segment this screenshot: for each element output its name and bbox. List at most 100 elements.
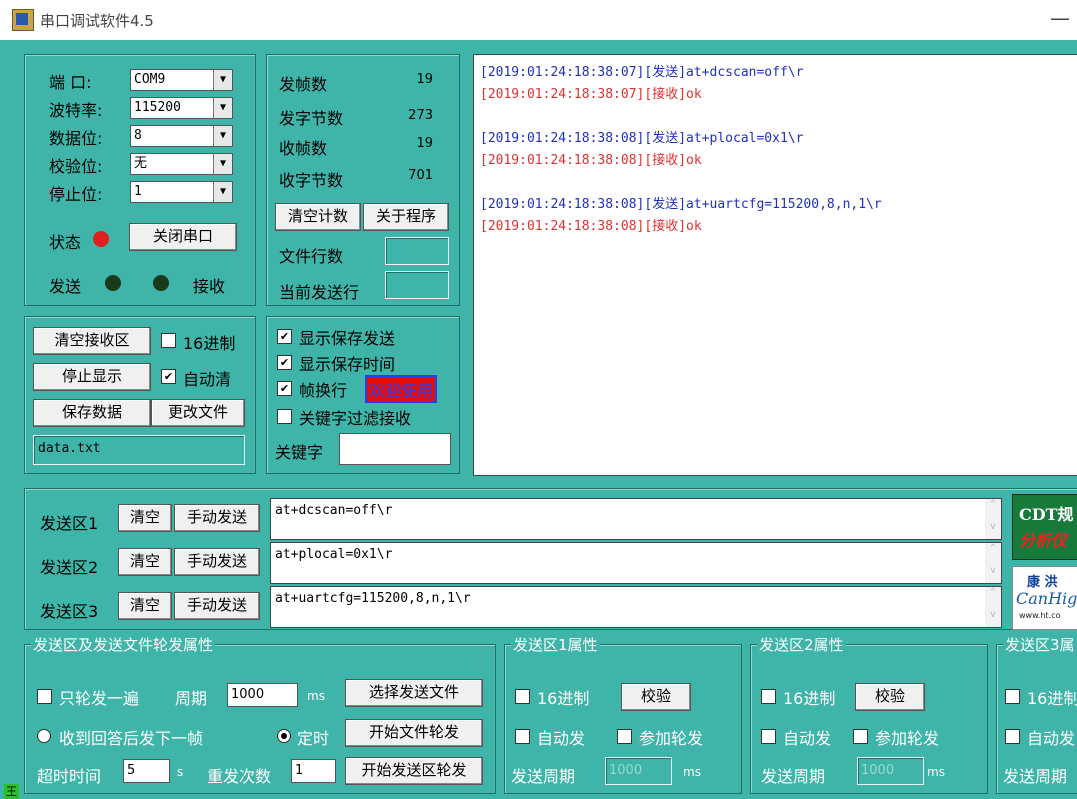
area3-auto-label: 自动发 xyxy=(1027,729,1076,748)
show-save-send-checkbox[interactable]: ✔ xyxy=(277,329,292,344)
area2-check-button[interactable]: 校验 xyxy=(855,683,925,711)
send-area-clear-button[interactable]: 清空 xyxy=(118,548,172,576)
area1-auto-checkbox[interactable] xyxy=(515,729,530,744)
retry-input[interactable]: 1 xyxy=(291,759,336,783)
chevron-down-icon[interactable]: ▼ xyxy=(213,126,232,146)
change-file-button[interactable]: 更改文件 xyxy=(151,399,245,427)
log-tag: [接收] xyxy=(644,153,687,168)
rx-bytes-value: 701 xyxy=(408,168,433,183)
canhig-ad[interactable]: 康 洪 CanHig www.ht.co xyxy=(1012,566,1077,630)
area2-props-group: 发送区2属性 16进制 校验 自动发 参加轮发 发送周期 1000 ms xyxy=(750,634,988,794)
frame-newline-label: 帧换行 xyxy=(299,381,348,400)
area2-auto-checkbox[interactable] xyxy=(761,729,776,744)
databits-select[interactable]: 8 ▼ xyxy=(130,125,233,147)
chevron-down-icon[interactable]: ▼ xyxy=(213,182,232,202)
cdt-ad[interactable]: CDT规 分析仪 xyxy=(1012,494,1077,560)
status-led-icon xyxy=(93,231,109,247)
send-area-text: at+plocal=0x1\r xyxy=(275,547,393,562)
area1-check-button[interactable]: 校验 xyxy=(621,683,691,711)
select-file-button[interactable]: 选择发送文件 xyxy=(345,679,483,707)
send-area-manual-send-button[interactable]: 手动发送 xyxy=(174,504,260,532)
chevron-down-icon[interactable]: ▼ xyxy=(213,98,232,118)
auto-clear-checkbox[interactable]: ✔ xyxy=(161,369,176,384)
timed-radio[interactable] xyxy=(277,729,291,743)
send-area-manual-send-button[interactable]: 手动发送 xyxy=(174,592,260,620)
area1-join-checkbox[interactable] xyxy=(617,729,632,744)
scrollbar[interactable]: ^ v xyxy=(985,499,1001,539)
rx-frames-label: 收帧数 xyxy=(279,139,328,158)
send-area-input[interactable]: at+dcscan=off\r ^ v xyxy=(270,498,1002,540)
area1-hex-checkbox[interactable] xyxy=(515,689,530,704)
scrollbar[interactable]: ^ v xyxy=(985,587,1001,627)
keyword-filter-checkbox[interactable] xyxy=(277,409,292,424)
log-line: [2019:01:24:18:38:08][发送]at+plocal=0x1\r xyxy=(480,127,803,146)
receive-log[interactable]: [2019:01:24:18:38:07][发送]at+dcscan=off\r… xyxy=(473,54,1077,476)
area3-period-label: 发送周期 xyxy=(1003,767,1068,786)
timeout-label: 超时时间 xyxy=(37,767,102,786)
show-save-time-checkbox[interactable]: ✔ xyxy=(277,355,292,370)
bottom-marker: 王 xyxy=(4,784,19,799)
rotation-group: 发送区及发送文件轮发属性 只轮发一遍 周期 1000 ms 选择发送文件 收到回… xyxy=(24,634,496,794)
log-tag: [接收] xyxy=(644,219,687,234)
clear-count-button[interactable]: 清空计数 xyxy=(275,203,361,231)
log-time: [2019:01:24:18:38:08] xyxy=(480,197,645,212)
databits-label: 数据位: xyxy=(49,129,103,148)
chevron-down-icon[interactable]: ▼ xyxy=(213,154,232,174)
canhig-ad-logo: CanHig xyxy=(1016,589,1077,608)
frame-newline-checkbox[interactable]: ✔ xyxy=(277,381,292,396)
rx-frames-value: 19 xyxy=(416,136,433,151)
reply-next-radio[interactable] xyxy=(37,729,51,743)
port-settings-panel: 端 口: COM9 ▼ 波特率: 115200 ▼ 数据位: 8 ▼ 校验位: 无 ▼ … xyxy=(24,54,256,306)
log-text: at+dcscan=off\r xyxy=(686,65,804,80)
send-indicator-label: 发送 xyxy=(49,277,82,296)
log-tag: [接收] xyxy=(644,87,687,102)
area1-join-label: 参加轮发 xyxy=(639,729,704,748)
log-line: [2019:01:24:18:38:08][发送]at+uartcfg=1152… xyxy=(480,193,882,212)
send-area-text: at+uartcfg=115200,8,n,1\r xyxy=(275,591,471,606)
about-button[interactable]: 关于程序 xyxy=(363,203,449,231)
area2-hex-label: 16进制 xyxy=(783,689,836,708)
file-lines-field xyxy=(385,237,449,265)
area3-hex-checkbox[interactable] xyxy=(1005,689,1020,704)
recv-led-icon xyxy=(153,275,169,291)
rotate-once-checkbox[interactable] xyxy=(37,689,52,704)
hex-receive-checkbox[interactable] xyxy=(161,333,176,348)
send-area-manual-send-button[interactable]: 手动发送 xyxy=(174,548,260,576)
stop-display-button[interactable]: 停止显示 xyxy=(33,363,151,391)
canhig-ad-url: www.ht.co xyxy=(1019,611,1061,620)
counters-panel: 发帧数 19 发字节数 273 收帧数 19 收字节数 701 清空计数 关于程… xyxy=(266,54,460,306)
area2-props-title: 发送区2属性 xyxy=(757,634,846,655)
baud-select[interactable]: 115200 ▼ xyxy=(130,97,233,119)
log-text: ok xyxy=(686,87,702,102)
keyword-input[interactable] xyxy=(339,433,451,465)
save-data-button[interactable]: 保存数据 xyxy=(33,399,151,427)
send-area-clear-button[interactable]: 清空 xyxy=(118,592,172,620)
start-file-rotation-button[interactable]: 开始文件轮发 xyxy=(345,719,483,747)
period-input[interactable]: 1000 xyxy=(227,683,298,707)
parity-select[interactable]: 无 ▼ xyxy=(130,153,233,175)
area2-period-unit: ms xyxy=(927,765,945,779)
close-port-button[interactable]: 关闭串口 xyxy=(129,223,237,251)
scrollbar[interactable]: ^ v xyxy=(985,543,1001,583)
port-select[interactable]: COM9 ▼ xyxy=(130,69,233,91)
cdt-ad-line2: 分析仪 xyxy=(1019,531,1068,550)
area2-join-checkbox[interactable] xyxy=(853,729,868,744)
log-line: [2019:01:24:18:38:07][接收]ok xyxy=(480,83,702,102)
send-area-text: at+dcscan=off\r xyxy=(275,503,393,518)
minimize-button[interactable]: — xyxy=(1050,6,1070,30)
send-area-clear-button[interactable]: 清空 xyxy=(118,504,172,532)
send-area-input[interactable]: at+uartcfg=115200,8,n,1\r ^ v xyxy=(270,586,1002,628)
chevron-down-icon[interactable]: ▼ xyxy=(213,70,232,90)
area3-auto-checkbox[interactable] xyxy=(1005,729,1020,744)
timeout-input[interactable]: 5 xyxy=(123,759,170,783)
parity-label: 校验位: xyxy=(49,157,103,176)
canhig-ad-title: 康 洪 xyxy=(1027,575,1058,590)
clear-receive-button[interactable]: 清空接收区 xyxy=(33,327,151,355)
area2-join-label: 参加轮发 xyxy=(875,729,940,748)
stopbits-select[interactable]: 1 ▼ xyxy=(130,181,233,203)
area2-hex-checkbox[interactable] xyxy=(761,689,776,704)
area2-period-label: 发送周期 xyxy=(761,767,826,786)
rotation-group-title: 发送区及发送文件轮发属性 xyxy=(31,634,216,655)
start-area-rotation-button[interactable]: 开始发送区轮发 xyxy=(345,757,483,785)
send-area-input[interactable]: at+plocal=0x1\r ^ v xyxy=(270,542,1002,584)
